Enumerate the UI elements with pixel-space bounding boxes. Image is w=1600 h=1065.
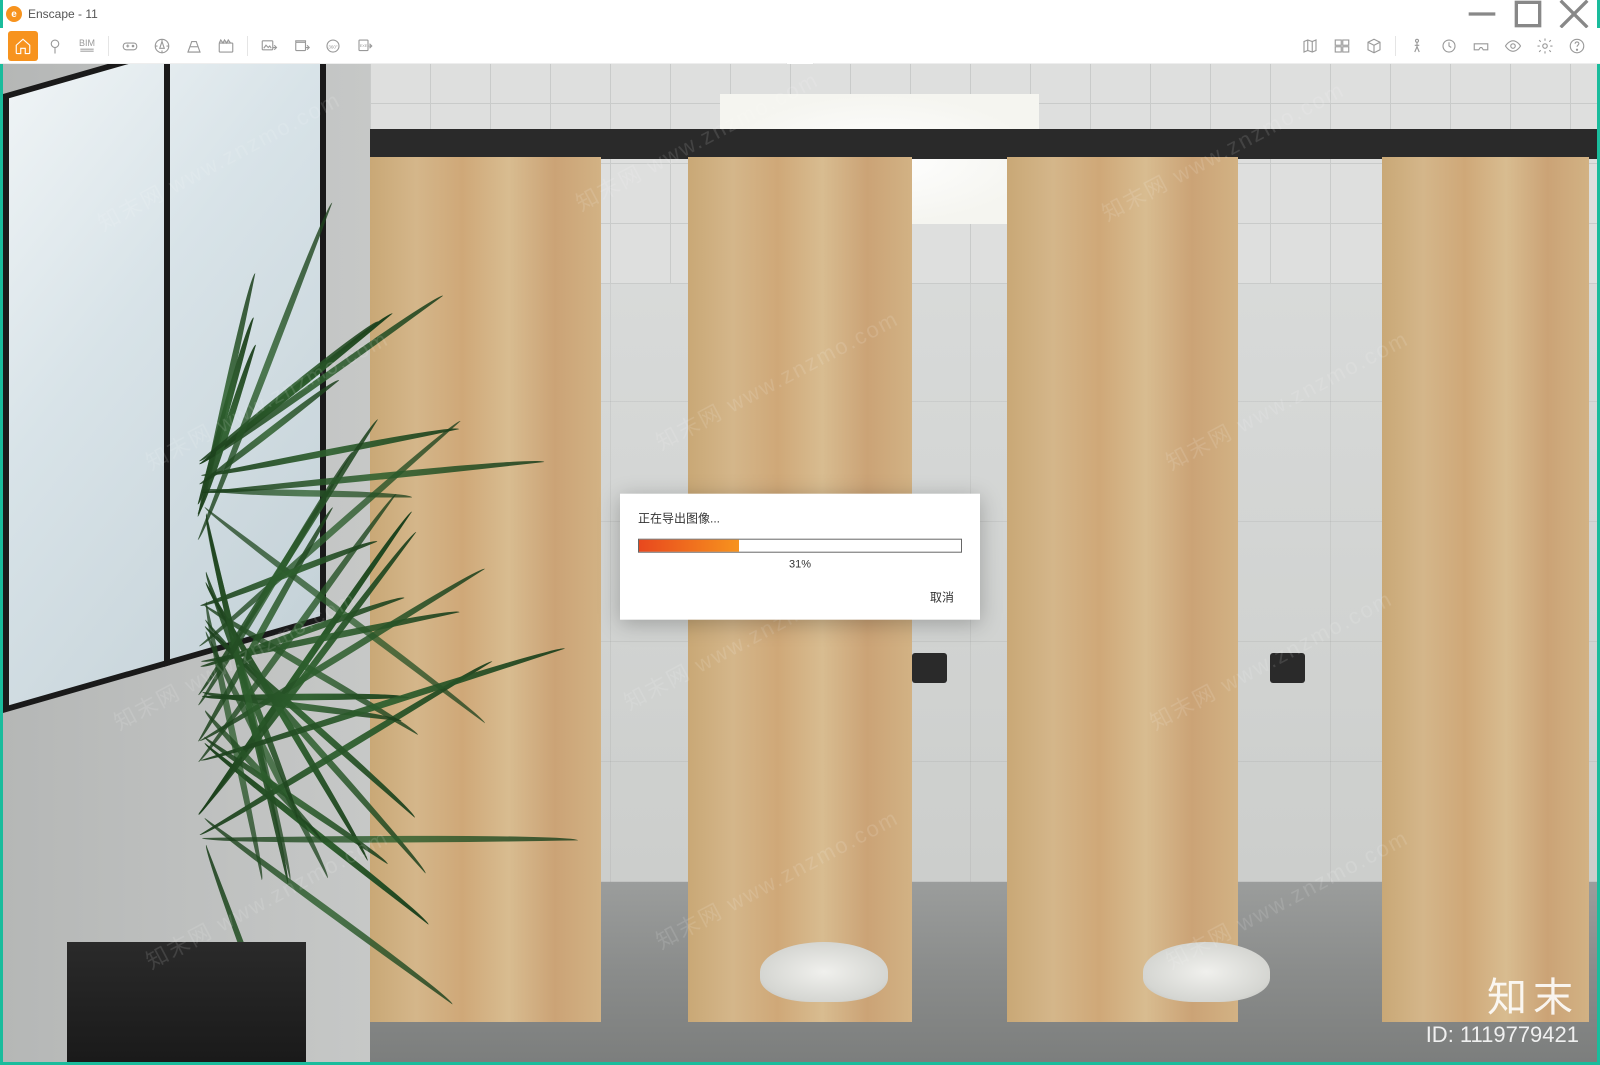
batch-export-button[interactable] (286, 31, 316, 61)
dialog-title: 正在导出图像... (638, 510, 962, 527)
video-button[interactable] (211, 31, 241, 61)
gamepad-button[interactable] (115, 31, 145, 61)
map-button[interactable] (1295, 31, 1325, 61)
cancel-button[interactable]: 取消 (922, 585, 962, 610)
home-button[interactable] (8, 31, 38, 61)
exe-export-button[interactable]: EXE (350, 31, 380, 61)
pin-icon (46, 37, 64, 55)
walk-icon (1408, 37, 1426, 55)
perspective-icon (185, 37, 203, 55)
bim-button[interactable]: BIM (72, 31, 102, 61)
help-icon (1568, 37, 1586, 55)
perspective-button[interactable] (179, 31, 209, 61)
image-export-icon (260, 37, 278, 55)
assets-button[interactable] (1327, 31, 1357, 61)
clock-icon (1440, 37, 1458, 55)
screenshot-button[interactable] (254, 31, 284, 61)
gear-icon (1536, 37, 1554, 55)
progress-bar (638, 539, 962, 553)
map-icon (1301, 37, 1319, 55)
cube-icon (1365, 37, 1383, 55)
compass-button[interactable] (147, 31, 177, 61)
gamepad-icon (121, 37, 139, 55)
svg-text:EXE: EXE (360, 43, 368, 47)
progress-percent: 31% (638, 559, 962, 571)
vr-button[interactable] (1466, 31, 1496, 61)
sun-button[interactable] (1434, 31, 1464, 61)
main-toolbar: BIM 360° EXE (0, 28, 1600, 64)
settings-button[interactable] (1530, 31, 1560, 61)
presentation-button[interactable] (1498, 31, 1528, 61)
render-viewport[interactable]: 知末网 www.znzmo.com知末网 www.znzmo.com知末网 ww… (3, 64, 1597, 1062)
clapperboard-icon (217, 37, 235, 55)
cube-button[interactable] (1359, 31, 1389, 61)
eye-icon (1504, 37, 1522, 55)
panorama-icon: 360° (324, 37, 342, 55)
svg-text:360°: 360° (328, 44, 338, 49)
panorama-button[interactable]: 360° (318, 31, 348, 61)
progress-fill (639, 540, 739, 552)
help-button[interactable] (1562, 31, 1592, 61)
vr-headset-icon (1472, 37, 1490, 55)
navigation-button[interactable] (1402, 31, 1432, 61)
exe-icon: EXE (356, 37, 374, 55)
menu-lines-icon (79, 48, 95, 53)
bim-label-text: BIM (79, 39, 95, 48)
library-icon (1333, 37, 1351, 55)
compass-icon (153, 37, 171, 55)
home-icon (14, 37, 32, 55)
images-export-icon (292, 37, 310, 55)
favorites-button[interactable] (40, 31, 70, 61)
export-progress-dialog: 正在导出图像... 31% 取消 (620, 494, 980, 620)
